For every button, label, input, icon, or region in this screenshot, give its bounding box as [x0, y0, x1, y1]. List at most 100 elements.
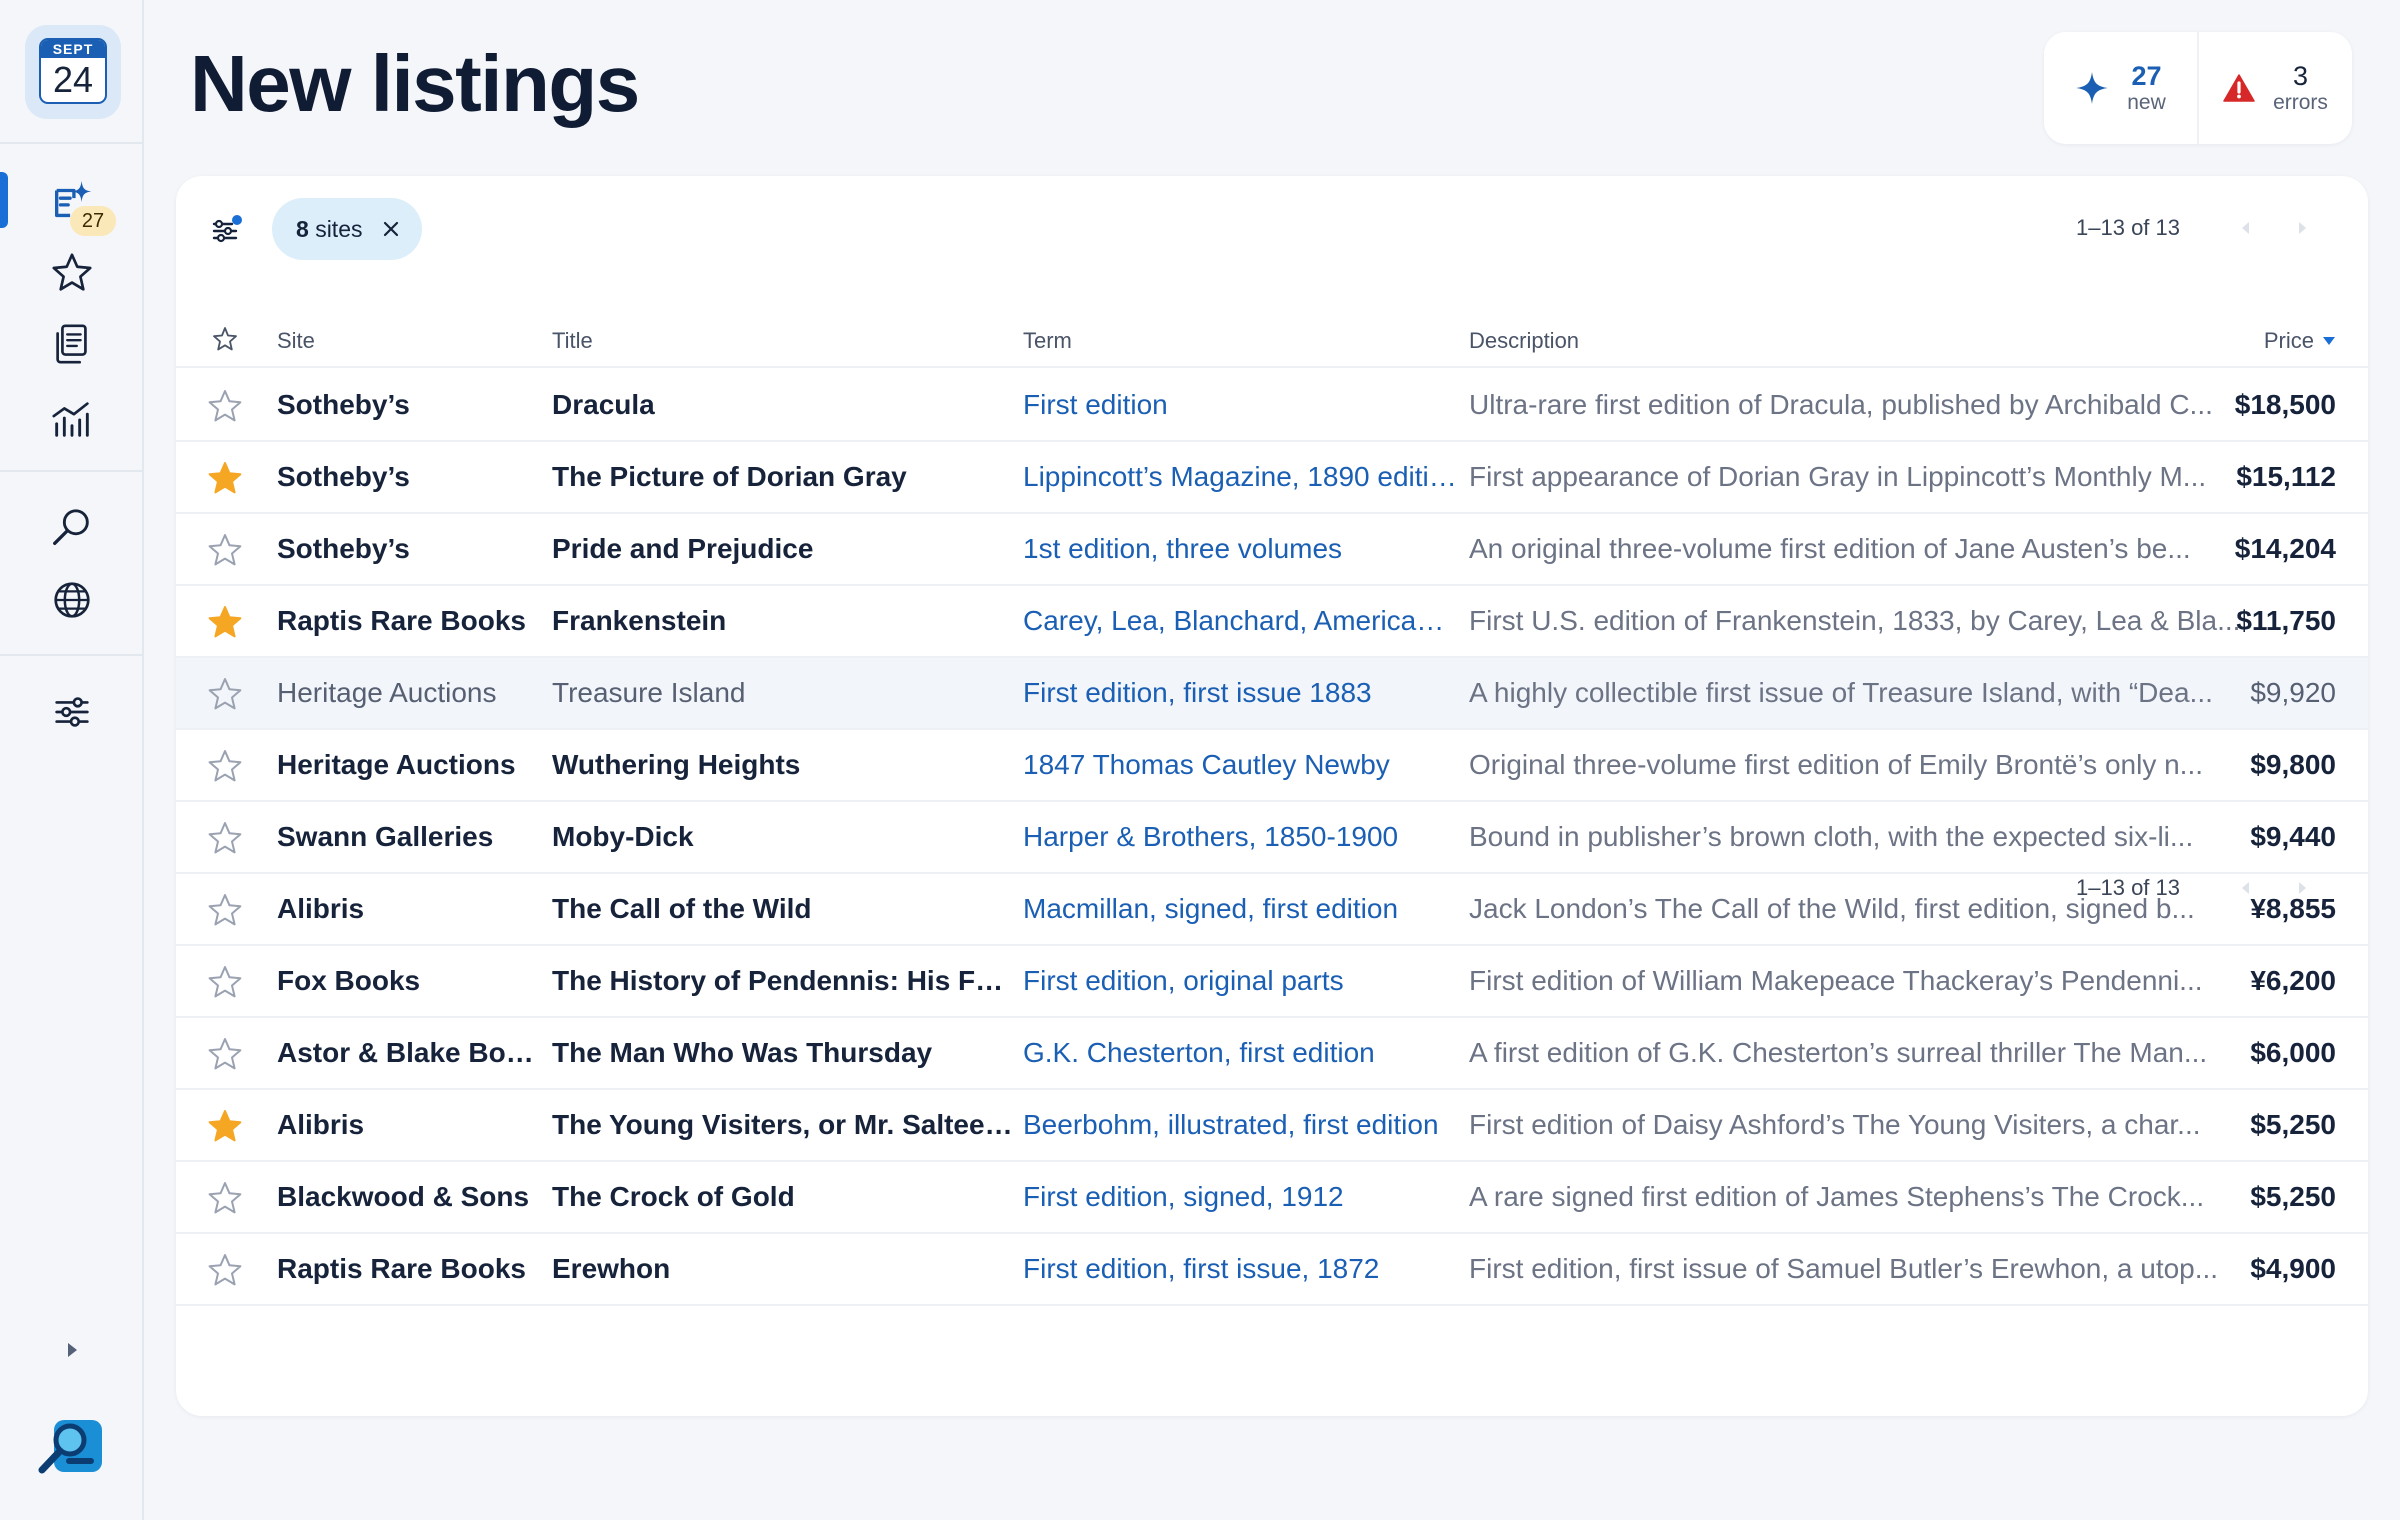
- table-row[interactable]: Alibris The Young Visiters, or Mr. Saltee…: [176, 1090, 2368, 1162]
- column-header-description[interactable]: Description: [1469, 328, 1579, 354]
- term-link[interactable]: First edition, first issue, 1872: [1023, 1234, 1459, 1304]
- errors-stat[interactable]: 3 errors: [2197, 32, 2352, 144]
- star-filled-icon[interactable]: [207, 604, 243, 640]
- site-cell: Alibris: [277, 1109, 365, 1140]
- column-header-price[interactable]: Price: [2264, 328, 2336, 354]
- term-link[interactable]: First edition, first issue 1883: [1023, 658, 1459, 728]
- site-cell: Raptis Rare Books: [277, 1253, 526, 1284]
- title-cell: Dracula: [552, 389, 655, 420]
- price-cell: $5,250: [2250, 1181, 2336, 1212]
- table-row[interactable]: Fox Books The History of Pendennis: His F…: [176, 946, 2368, 1018]
- chevron-left-icon[interactable]: [2236, 218, 2256, 238]
- sidebar-divider: [0, 142, 142, 144]
- term-link[interactable]: First edition, original parts: [1023, 946, 1459, 1016]
- new-count-stat[interactable]: 27 new: [2044, 32, 2197, 144]
- price-cell: $15,112: [2236, 461, 2336, 492]
- new-label: new: [2127, 91, 2166, 114]
- table-row[interactable]: Sotheby’s Pride and Prejudice 1st edition,…: [176, 514, 2368, 586]
- page-title: New listings: [190, 39, 640, 128]
- table-row[interactable]: Sotheby’s Dracula First edition Ultra-rare …: [176, 370, 2368, 442]
- title-cell: Frankenstein: [552, 605, 727, 636]
- calendar-day: 24: [52, 59, 94, 100]
- table-row[interactable]: Raptis Rare Books Frankenstein Carey, Lea,…: [176, 586, 2368, 658]
- chevron-left-icon[interactable]: [2236, 878, 2256, 898]
- stats-panel: 27 new 3 errors: [2044, 32, 2352, 144]
- title-cell: Pride and Prejudice: [552, 533, 814, 564]
- star-icon[interactable]: [207, 1180, 243, 1216]
- sidebar-item-settings[interactable]: [46, 686, 98, 738]
- chevron-right-icon[interactable]: [2292, 218, 2312, 238]
- calendar-month: SEPT: [41, 40, 105, 58]
- sidebar-item-stats[interactable]: [46, 392, 98, 444]
- sidebar-item-sites[interactable]: [46, 574, 98, 626]
- term-link[interactable]: G.K. Chesterton, first edition: [1023, 1018, 1459, 1088]
- search-icon: [53, 509, 89, 546]
- table-row[interactable]: Alibris The Call of the Wild Macmillan, si…: [176, 874, 2368, 946]
- star-icon[interactable]: [207, 532, 243, 568]
- pagination-text: 1–13 of 13: [2076, 215, 2180, 240]
- term-link[interactable]: 1847 Thomas Cautley Newby: [1023, 730, 1459, 800]
- star-icon[interactable]: [207, 892, 243, 928]
- term-link[interactable]: Lippincott’s Magazine, 1890 editio...: [1023, 442, 1459, 512]
- table-row[interactable]: Raptis Rare Books Erewhon First edition, f…: [176, 1234, 2368, 1306]
- sidebar-divider: [0, 470, 142, 472]
- documents-icon: [56, 324, 87, 364]
- term-link[interactable]: First edition, signed, 1912: [1023, 1162, 1459, 1232]
- sites-filter-chip[interactable]: 8 sites: [272, 198, 423, 260]
- price-cell: $14,204: [2234, 533, 2336, 564]
- table-row[interactable]: Blackwood & Sons The Crock of Gold First e…: [176, 1162, 2368, 1234]
- title-cell: The Crock of Gold: [552, 1181, 795, 1212]
- star-icon[interactable]: [207, 676, 243, 712]
- term-link[interactable]: Harper & Brothers, 1850-1900: [1023, 802, 1459, 872]
- expand-sidebar-icon[interactable]: [60, 1338, 84, 1362]
- site-cell: Blackwood & Sons: [277, 1181, 530, 1212]
- sidebar-item-saved[interactable]: [46, 318, 98, 370]
- star-icon: [52, 253, 92, 291]
- chip-text: sites: [315, 215, 363, 242]
- calendar-date: SEPT 24: [39, 38, 107, 104]
- column-header-title[interactable]: Title: [552, 328, 593, 354]
- errors-label: errors: [2273, 91, 2328, 114]
- price-cell: $6,000: [2250, 1037, 2336, 1068]
- table-row[interactable]: Heritage Auctions Wuthering Heights 1847 T…: [176, 730, 2368, 802]
- sidebar-divider: [0, 654, 142, 656]
- table-row[interactable]: Sotheby’s The Picture of Dorian Gray Lippi…: [176, 442, 2368, 514]
- sort-desc-icon: [2323, 337, 2335, 345]
- title-cell: The Picture of Dorian Gray: [552, 461, 907, 492]
- title-cell: The Young Visiters, or Mr. Salteen...: [552, 1109, 1014, 1140]
- star-icon[interactable]: [207, 1036, 243, 1072]
- table-row[interactable]: Astor & Blake Books The Man Who Was Thurs…: [176, 1018, 2368, 1090]
- term-link[interactable]: First edition: [1023, 370, 1459, 440]
- title-cell: Erewhon: [552, 1253, 671, 1284]
- star-icon[interactable]: [207, 964, 243, 1000]
- filter-icon[interactable]: [206, 210, 246, 250]
- calendar-icon[interactable]: SEPT 24: [25, 25, 121, 119]
- price-cell: ¥6,200: [2250, 965, 2336, 996]
- term-link[interactable]: Macmillan, signed, first edition: [1023, 874, 1459, 944]
- sidebar-item-starred[interactable]: [46, 247, 98, 299]
- close-icon[interactable]: [382, 220, 400, 238]
- term-link[interactable]: Beerbohm, illustrated, first edition: [1023, 1090, 1459, 1160]
- star-filled-icon[interactable]: [207, 1108, 243, 1144]
- star-icon[interactable]: [207, 748, 243, 784]
- star-icon[interactable]: [207, 388, 243, 424]
- price-cell: $11,750: [2236, 605, 2336, 636]
- price-cell: $4,900: [2250, 1253, 2336, 1284]
- sidebar: SEPT 24 27: [0, 0, 144, 1520]
- site-cell: Heritage Auctions: [277, 749, 516, 780]
- site-cell: Fox Books: [277, 965, 421, 996]
- term-link[interactable]: 1st edition, three volumes: [1023, 514, 1459, 584]
- column-header-site[interactable]: Site: [277, 328, 315, 354]
- chevron-right-icon[interactable]: [2292, 878, 2312, 898]
- sidebar-item-search[interactable]: [46, 502, 98, 554]
- star-icon[interactable]: [207, 1252, 243, 1288]
- table-row[interactable]: Swann Galleries Moby-Dick Harper & Brother…: [176, 802, 2368, 874]
- star-filled-icon[interactable]: [207, 460, 243, 496]
- site-cell: Sotheby’s: [277, 533, 410, 564]
- table-row[interactable]: Heritage Auctions Treasure Island First ed…: [176, 658, 2368, 730]
- star-icon[interactable]: [207, 820, 243, 856]
- price-cell: $9,800: [2250, 749, 2336, 780]
- star-column-icon[interactable]: [212, 326, 238, 352]
- column-header-term[interactable]: Term: [1023, 328, 1072, 354]
- term-link[interactable]: Carey, Lea, Blanchard, American ...: [1023, 586, 1459, 656]
